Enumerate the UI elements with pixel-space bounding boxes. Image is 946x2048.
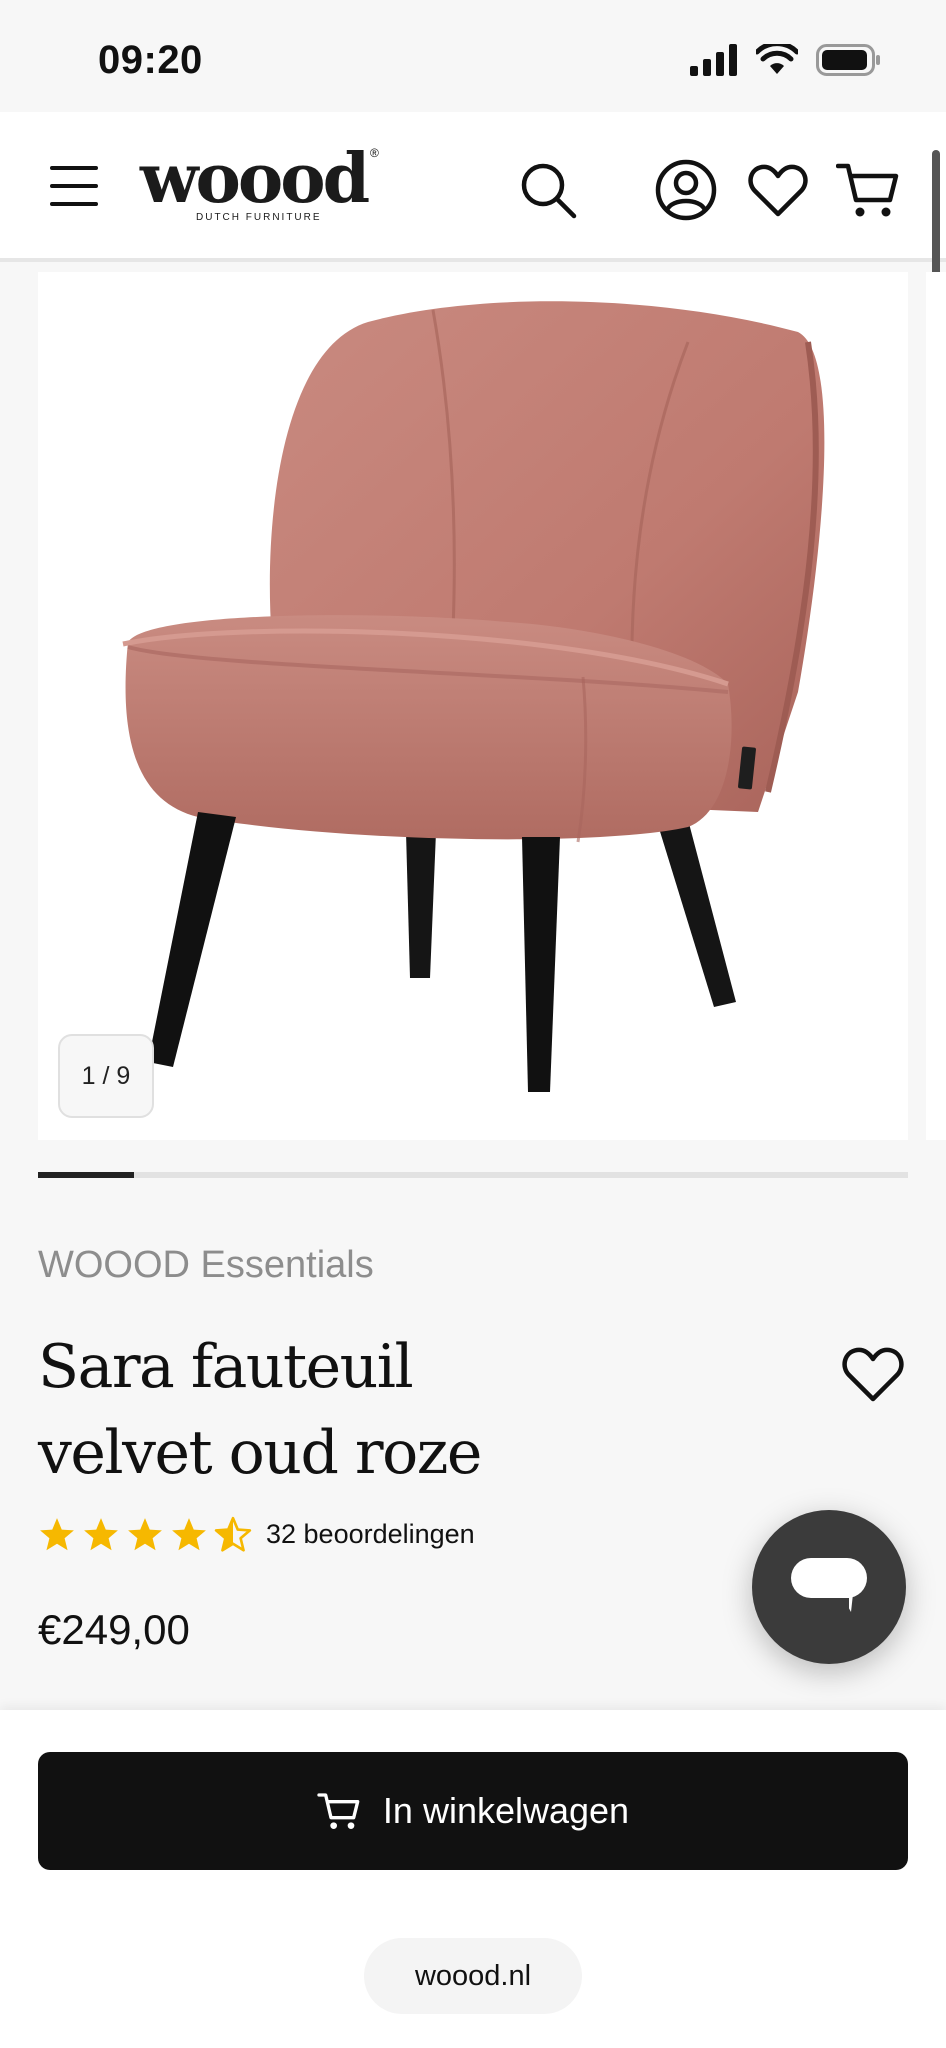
wifi-icon [756, 44, 798, 74]
rating-count[interactable]: 32 beoordelingen [266, 1519, 475, 1550]
cart-icon[interactable] [836, 158, 900, 222]
site-header: woood DUTCH FURNITURE ® [0, 112, 946, 262]
star-icon [172, 1518, 206, 1551]
chat-icon [791, 1558, 867, 1612]
browser-url-pill[interactable]: woood.nl [364, 1938, 582, 2014]
product-title: Sara fauteuil velvet oud roze [38, 1332, 482, 1488]
rating-stars [38, 1516, 252, 1552]
search-icon[interactable] [516, 158, 580, 222]
status-icons [690, 44, 882, 76]
chat-button[interactable] [752, 1510, 906, 1664]
next-image-peek[interactable] [926, 272, 946, 1140]
logo-wordmark: woood [140, 139, 370, 219]
status-time: 09:20 [98, 38, 203, 82]
image-counter: 1 / 9 [58, 1034, 154, 1118]
status-bar: 09:20 [0, 0, 946, 112]
wishlist-heart-icon[interactable] [840, 1344, 906, 1404]
menu-icon[interactable] [48, 164, 102, 208]
logo-registered-mark: ® [370, 146, 379, 160]
product-price: €249,00 [38, 1606, 190, 1653]
signal-icon [690, 44, 737, 76]
product-image-chair [122, 301, 825, 1092]
cart-icon [317, 1793, 360, 1829]
account-icon[interactable] [654, 158, 718, 222]
product-image-gallery[interactable]: 1 / 9 [38, 272, 908, 1140]
star-icon [84, 1518, 118, 1551]
add-to-cart-button[interactable]: In winkelwagen [38, 1752, 908, 1870]
gallery-progress-track [38, 1172, 908, 1178]
product-rating[interactable]: 32 beoordelingen [38, 1516, 475, 1552]
bottom-action-bar: In winkelwagen woood.nl [0, 1710, 946, 2048]
add-to-cart-label: In winkelwagen [382, 1790, 630, 1831]
heart-icon[interactable] [746, 158, 810, 222]
woood-logo[interactable]: woood DUTCH FURNITURE ® [140, 139, 390, 228]
battery-icon [816, 44, 880, 76]
product-brand[interactable]: WOOOD Essentials [38, 1244, 374, 1287]
star-icon [214, 1516, 252, 1552]
star-icon [40, 1518, 74, 1551]
gallery-progress-fill [38, 1172, 134, 1178]
star-icon [128, 1518, 162, 1551]
